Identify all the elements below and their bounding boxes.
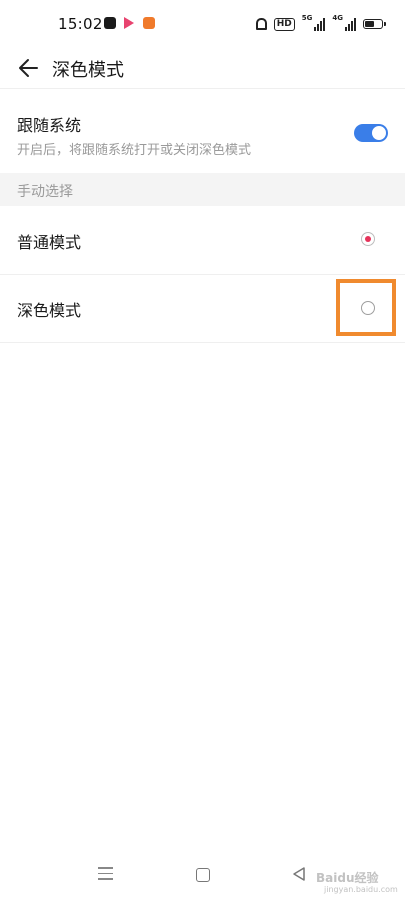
radio-dot bbox=[364, 235, 371, 242]
follow-system-subtitle: 开启后，将跟随系统打开或关闭深色模式 bbox=[17, 143, 252, 158]
watermark-text: Baidu经验 bbox=[316, 871, 379, 885]
app-icon-orange bbox=[143, 17, 155, 29]
highlight-annotation bbox=[336, 279, 396, 336]
status-time: 15:02 bbox=[58, 15, 103, 33]
watermark-url: jingyan.baidu.com bbox=[324, 885, 398, 894]
option-label: 深色模式 bbox=[17, 301, 82, 320]
follow-system-title: 跟随系统 bbox=[17, 116, 82, 135]
app-icon-video bbox=[124, 17, 134, 29]
section-label: 手动选择 bbox=[17, 184, 73, 200]
arrow-left-icon bbox=[19, 59, 38, 77]
status-indicators: HD 5G 4G bbox=[255, 14, 386, 34]
battery-icon bbox=[363, 19, 386, 29]
menu-icon[interactable] bbox=[98, 867, 113, 880]
navigation-bar: Baidu经验 jingyan.baidu.com bbox=[0, 855, 405, 895]
header: 深色模式 bbox=[0, 48, 405, 89]
bell-muted-icon bbox=[255, 18, 267, 30]
network-4g-label: 4G bbox=[332, 14, 343, 22]
option-label: 普通模式 bbox=[17, 233, 82, 252]
signal-icon bbox=[345, 17, 356, 31]
page-title: 深色模式 bbox=[52, 60, 124, 81]
hd-badge: HD bbox=[273, 17, 295, 31]
toggle-knob bbox=[372, 126, 386, 140]
app-icon-dark bbox=[104, 17, 116, 29]
follow-system-row[interactable]: 跟随系统 开启后，将跟随系统打开或关闭深色模式 bbox=[0, 100, 405, 172]
signal-icon bbox=[314, 17, 326, 31]
home-icon[interactable] bbox=[196, 868, 210, 882]
status-bar: 15:02 HD 5G 4G bbox=[0, 0, 405, 48]
battery-fill bbox=[365, 21, 374, 27]
baidu-watermark: Baidu经验 jingyan.baidu.com bbox=[316, 869, 398, 895]
radio-selected-icon[interactable] bbox=[361, 232, 375, 246]
section-header-manual: 手动选择 bbox=[0, 173, 405, 206]
option-normal-mode[interactable]: 普通模式 bbox=[0, 206, 405, 275]
back-button[interactable] bbox=[16, 54, 46, 82]
follow-system-toggle[interactable] bbox=[354, 124, 388, 142]
network-5g-label: 5G bbox=[301, 14, 313, 22]
back-triangle-icon[interactable] bbox=[291, 866, 307, 882]
